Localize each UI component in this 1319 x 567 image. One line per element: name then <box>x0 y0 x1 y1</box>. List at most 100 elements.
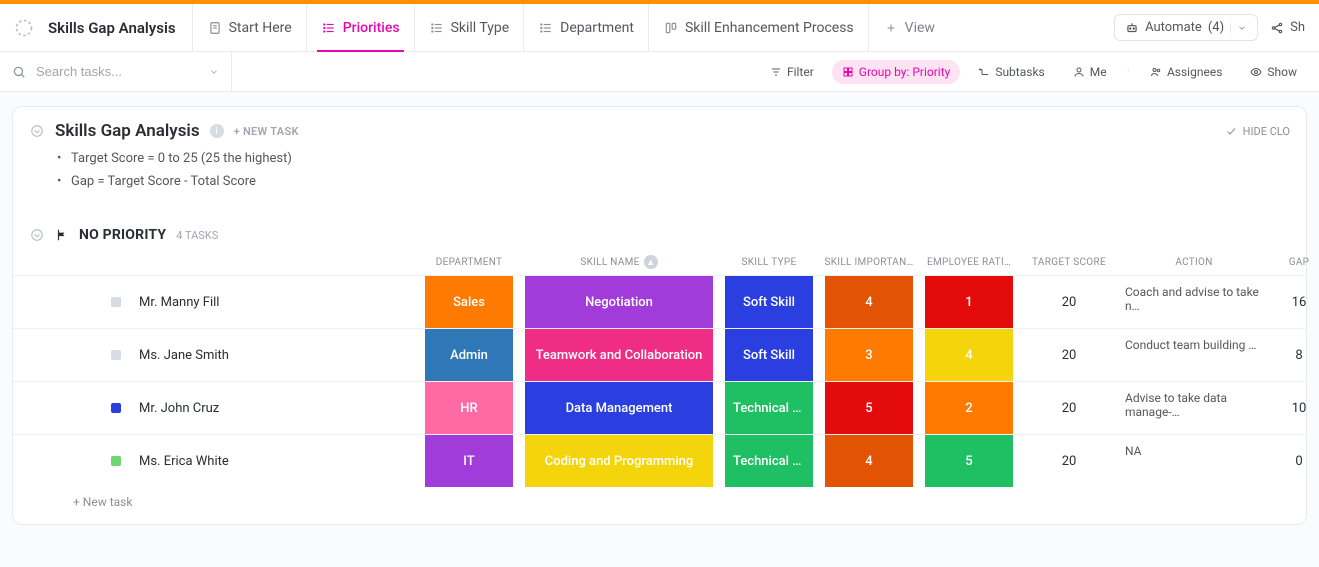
tab-skill-type[interactable]: Skill Type <box>414 4 524 52</box>
status-dot-icon[interactable] <box>111 403 121 413</box>
th-department[interactable]: DEPARTMENT <box>419 251 519 274</box>
collapse-toggle[interactable] <box>29 123 45 139</box>
show-button[interactable]: Show <box>1240 60 1307 84</box>
check-icon <box>1225 125 1237 137</box>
skill-name-cell[interactable]: Coding and Programming <box>519 435 719 487</box>
gap-cell[interactable]: 0 <box>1269 435 1319 487</box>
hide-closed-button[interactable]: HIDE CLO <box>1243 125 1290 138</box>
table-row[interactable]: Ms. Jane Smith Admin Teamwork and Collabor… <box>13 328 1306 381</box>
target-score-cell[interactable]: 20 <box>1019 435 1119 487</box>
skill-type-cell[interactable]: Soft Skill <box>719 329 819 381</box>
action-cell[interactable]: Conduct team building … <box>1119 338 1269 372</box>
employee-rating-cell[interactable]: 1 <box>919 276 1019 328</box>
employee-rating-cell-value: 1 <box>965 295 972 310</box>
search-dropdown[interactable] <box>209 67 219 77</box>
me-button[interactable]: Me <box>1063 60 1117 84</box>
task-name-cell[interactable]: Mr. Manny Fill <box>87 276 419 328</box>
group-by-button[interactable]: Group by: Priority <box>832 60 961 84</box>
add-view-label: View <box>905 20 935 36</box>
subtasks-button[interactable]: Subtasks <box>968 60 1054 84</box>
table-row[interactable]: Mr. Manny Fill SalesNegotiationSoft Skill… <box>13 275 1306 328</box>
new-task-top-button[interactable]: + NEW TASK <box>234 125 299 138</box>
department-cell[interactable]: Sales <box>419 276 519 328</box>
th-gap[interactable]: GAP <box>1269 251 1319 274</box>
skill-name-cell-chip: Data Management <box>525 382 713 434</box>
skill-importance-cell[interactable]: 4 <box>819 276 919 328</box>
task-name-cell[interactable]: Ms. Erica White <box>87 435 419 487</box>
row-spacer <box>29 276 87 328</box>
skill-importance-cell[interactable]: 5 <box>819 382 919 434</box>
list-icon <box>321 20 337 36</box>
task-name: Mr. Manny Fill <box>139 295 219 310</box>
table-row[interactable]: Ms. Erica WhiteITCoding and ProgrammingT… <box>13 434 1306 487</box>
task-name-cell[interactable]: Mr. John Cruz <box>87 382 419 434</box>
status-dot-icon[interactable] <box>111 297 121 307</box>
department-cell-value: Admin <box>450 348 488 363</box>
action-cell[interactable]: Coach and advise to take n… <box>1119 285 1269 319</box>
department-cell[interactable]: Admin <box>419 329 519 381</box>
skill-name-cell[interactable]: Negotiation <box>519 276 719 328</box>
assignees-button[interactable]: Assignees <box>1140 60 1232 84</box>
search-box[interactable] <box>12 52 232 92</box>
department-cell-chip: Admin <box>425 329 513 381</box>
board-icon <box>663 20 679 36</box>
employee-rating-cell[interactable]: 5 <box>919 435 1019 487</box>
skill-name-cell-chip: Coding and Programming <box>525 435 713 487</box>
tab-start-here[interactable]: Start Here <box>192 4 306 52</box>
th-skill-type[interactable]: SKILL TYPE <box>719 251 819 274</box>
list-header: Skills Gap Analysis i + NEW TASK HIDE CL… <box>13 121 1306 141</box>
target-score-cell[interactable]: 20 <box>1019 276 1119 328</box>
page-title: Skills Gap Analysis <box>48 19 192 37</box>
th-employee-rating[interactable]: EMPLOYEE RATI… <box>919 251 1019 274</box>
status-dot-icon[interactable] <box>111 350 121 360</box>
task-name-cell[interactable]: Ms. Jane Smith <box>87 329 419 381</box>
gap-cell[interactable]: 8 <box>1269 329 1319 381</box>
action-cell[interactable]: NA <box>1119 444 1269 478</box>
employee-rating-cell-chip: 4 <box>925 329 1013 381</box>
department-cell[interactable]: IT <box>419 435 519 487</box>
target-score-cell[interactable]: 20 <box>1019 329 1119 381</box>
automate-count: (4) <box>1208 20 1224 35</box>
group-collapse-toggle[interactable] <box>29 227 45 243</box>
automate-button[interactable]: Automate (4) <box>1114 14 1258 41</box>
skill-type-cell[interactable]: Technical S… <box>719 382 819 434</box>
target-score-cell[interactable]: 20 <box>1019 382 1119 434</box>
skill-importance-cell-chip: 4 <box>825 276 913 328</box>
status-dot-icon[interactable] <box>111 456 121 466</box>
employee-rating-cell[interactable]: 4 <box>919 329 1019 381</box>
share-button[interactable]: Sh <box>1268 15 1307 40</box>
skill-type-cell[interactable]: Soft Skill <box>719 276 819 328</box>
filter-button[interactable]: Filter <box>760 60 824 84</box>
new-task-button[interactable]: + New task <box>73 495 132 509</box>
table-row[interactable]: Mr. John CruzHRData ManagementTechnical … <box>13 381 1306 434</box>
sort-asc-icon: ▲ <box>644 255 658 269</box>
action-cell[interactable]: Advise to take data manage-… <box>1119 391 1269 425</box>
th-label: SKILL NAME <box>580 257 639 268</box>
skill-name-cell[interactable]: Data Management <box>519 382 719 434</box>
filter-icon <box>770 66 782 78</box>
tab-skill-enhancement[interactable]: Skill Enhancement Process <box>648 4 868 52</box>
add-view-button[interactable]: View <box>868 4 949 52</box>
skill-importance-cell[interactable]: 4 <box>819 435 919 487</box>
gap-cell[interactable]: 10 <box>1269 382 1319 434</box>
employee-rating-cell[interactable]: 2 <box>919 382 1019 434</box>
tab-department[interactable]: Department <box>523 4 648 52</box>
department-cell[interactable]: HR <box>419 382 519 434</box>
employee-rating-cell-chip: 5 <box>925 435 1013 487</box>
skill-importance-cell[interactable]: 3 <box>819 329 919 381</box>
skill-name-cell[interactable]: Teamwork and Collaboration <box>519 329 719 381</box>
task-name: Ms. Jane Smith <box>139 348 229 363</box>
tab-priorities[interactable]: Priorities <box>306 4 414 52</box>
info-icon[interactable]: i <box>210 124 224 138</box>
th-skill-name[interactable]: SKILL NAME ▲ <box>519 249 719 275</box>
skill-name-cell-chip: Negotiation <box>525 276 713 328</box>
th-action[interactable]: ACTION <box>1119 251 1269 274</box>
table-header-row: DEPARTMENT SKILL NAME ▲ SKILL TYPE SKILL… <box>13 249 1306 275</box>
th-skill-importance[interactable]: SKILL IMPORTAN… <box>819 251 919 274</box>
automate-dropdown[interactable] <box>1230 23 1247 33</box>
th-target-score[interactable]: TARGET SCORE <box>1019 251 1119 274</box>
skill-type-cell[interactable]: Technical S… <box>719 435 819 487</box>
gap-cell[interactable]: 16 <box>1269 276 1319 328</box>
search-input[interactable] <box>34 63 174 80</box>
view-tabs: Start Here Priorities Skill Type Departm… <box>192 4 949 52</box>
